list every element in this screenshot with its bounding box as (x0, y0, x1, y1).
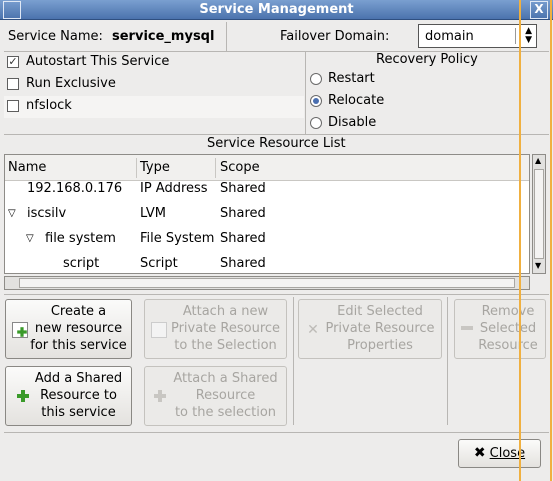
resource-list-title: Service Resource List (207, 136, 346, 151)
remove-selected-label: Remove Selected Resource (478, 304, 538, 353)
column-scope-header[interactable]: Scope (220, 160, 260, 175)
attach-shared-resource-button[interactable]: Attach a Shared Resource to the selectio… (144, 366, 287, 426)
column-type-header[interactable]: Type (140, 160, 170, 175)
window-close-button[interactable]: X (530, 1, 548, 19)
plus-icon (153, 389, 169, 405)
header-divider (226, 22, 227, 52)
remove-selected-button[interactable]: Remove Selected Resource (454, 299, 546, 359)
combo-separator (515, 28, 516, 44)
scroll-up-arrow-icon[interactable]: ▲ (535, 156, 541, 165)
window-menu-button[interactable] (3, 1, 21, 19)
service-name-value: service_mysql (112, 29, 215, 44)
table-row[interactable]: ▽ iscsilv LVM Shared (5, 202, 529, 227)
run-exclusive-label[interactable]: Run Exclusive (26, 76, 116, 91)
vertical-scrollbar[interactable]: ▲ ▼ (532, 154, 546, 274)
resource-tree[interactable]: Name Type Scope 192.168.0.176 IP Address… (4, 154, 530, 274)
horizontal-scrollbar[interactable] (4, 276, 530, 290)
nfslock-checkbox[interactable] (7, 100, 19, 112)
disable-radio[interactable] (310, 117, 322, 129)
tools-icon: ✕ (307, 322, 319, 338)
attach-private-resource-button[interactable]: Attach a new Private Resource to the Sel… (144, 299, 287, 359)
close-icon: ✖ (473, 445, 486, 461)
autostart-label[interactable]: Autostart This Service (26, 54, 169, 69)
close-button[interactable]: ✖ Close (458, 439, 541, 468)
relocate-radio[interactable] (310, 95, 322, 107)
list-rule (4, 294, 549, 295)
resource-type: File System (140, 231, 215, 246)
column-name-header[interactable]: Name (8, 160, 46, 175)
failover-domain-value: domain (425, 29, 474, 44)
resource-scope: Shared (220, 231, 266, 246)
attach-shared-label: Attach a Shared Resource to the selectio… (173, 371, 278, 420)
edit-selected-label: Edit Selected Private Resource Propertie… (325, 304, 435, 353)
options-divider (305, 52, 306, 134)
failover-domain-label: Failover Domain: (280, 29, 390, 44)
create-resource-label: Create a new resource for this service (30, 304, 127, 353)
restart-label[interactable]: Restart (328, 71, 375, 86)
resource-name: iscsilv (27, 206, 67, 221)
expander-open-icon[interactable]: ▽ (8, 208, 16, 219)
table-row[interactable]: script Script Shared (5, 252, 529, 273)
resource-scope: Shared (220, 256, 266, 271)
resource-name: file system (45, 231, 116, 246)
vertical-scroll-thumb[interactable] (534, 169, 544, 259)
resource-scope: Shared (220, 181, 266, 196)
resource-name: 192.168.0.176 (27, 181, 123, 196)
table-row[interactable]: 192.168.0.176 IP Address Shared (5, 177, 529, 202)
edit-selected-button[interactable]: ✕ Edit Selected Private Resource Propert… (298, 299, 442, 359)
resource-scope: Shared (220, 206, 266, 221)
guide-line (550, 0, 552, 481)
new-document-icon (12, 322, 28, 338)
resource-type: IP Address (140, 181, 208, 196)
buttons-divider (293, 297, 294, 425)
recovery-policy-title: Recovery Policy (376, 52, 478, 67)
disable-label[interactable]: Disable (328, 115, 376, 130)
nfslock-label[interactable]: nfslock (26, 98, 72, 113)
scroll-down-arrow-icon[interactable]: ▼ (535, 261, 541, 270)
options-rule (4, 134, 549, 135)
resource-name: script (63, 256, 100, 271)
autostart-checkbox[interactable]: ✓ (7, 56, 19, 68)
buttons-divider (447, 297, 448, 425)
guide-line (519, 0, 521, 481)
header-separator (215, 158, 216, 178)
attach-private-label: Attach a new Private Resource to the Sel… (170, 304, 281, 353)
table-row[interactable]: ▽ file system File System Shared (5, 227, 529, 252)
attach-document-icon (151, 322, 167, 338)
restart-radio[interactable] (310, 73, 322, 85)
create-resource-button[interactable]: Create a new resource for this service (5, 299, 132, 359)
combo-arrows-icon: ▲ ▼ (525, 26, 532, 45)
horizontal-scroll-thumb[interactable] (19, 278, 515, 288)
resource-type: LVM (140, 206, 166, 221)
window-title: Service Management (199, 2, 354, 17)
expander-open-icon[interactable]: ▽ (26, 233, 34, 244)
run-exclusive-checkbox[interactable] (7, 78, 19, 90)
add-shared-label: Add a Shared Resource to this service (34, 371, 123, 420)
service-name-label: Service Name: (8, 29, 103, 44)
minus-icon (461, 326, 473, 330)
header-separator (136, 158, 137, 178)
add-shared-resource-button[interactable]: Add a Shared Resource to this service (5, 366, 132, 426)
relocate-label[interactable]: Relocate (328, 93, 384, 108)
resource-type: Script (140, 256, 178, 271)
footer-rule (4, 432, 549, 433)
